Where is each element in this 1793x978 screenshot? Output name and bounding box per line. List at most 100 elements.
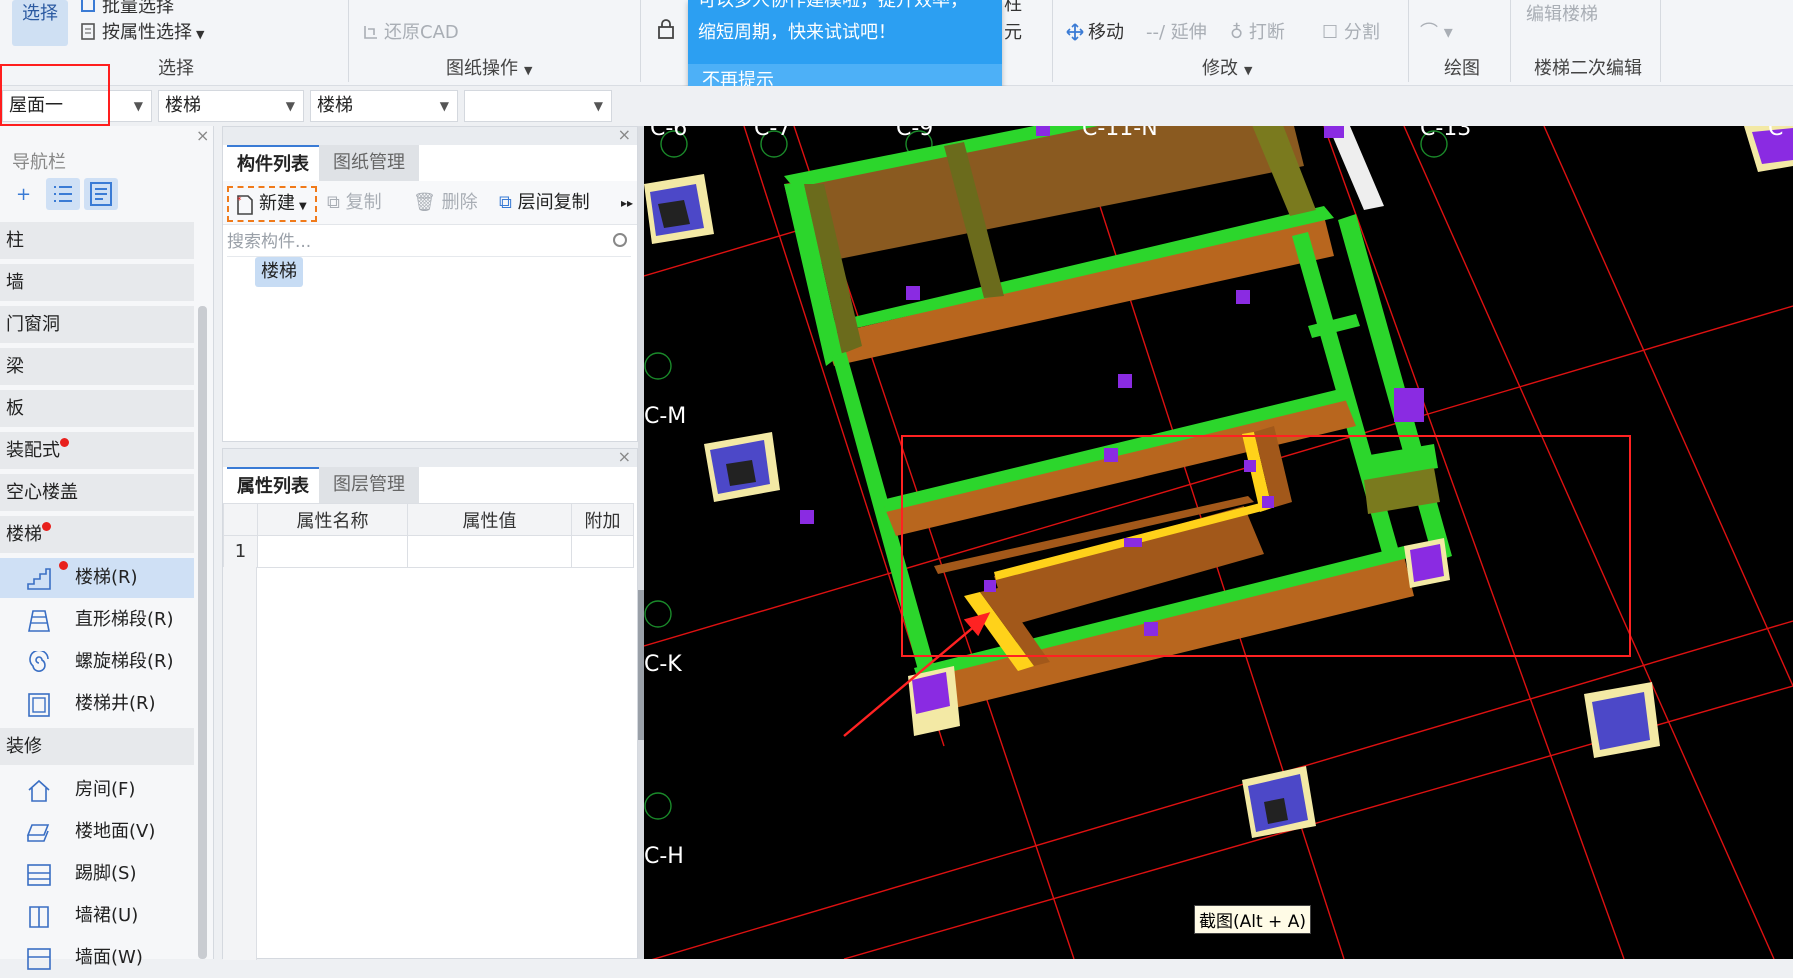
column-fragment-label: 柱 <box>1004 0 1022 15</box>
batch-select-label: 批量选择 <box>102 0 174 17</box>
more-icon[interactable]: ▸▸ <box>621 181 633 225</box>
floor-copy-icon: ⧉ <box>499 192 518 213</box>
property-extra-cell[interactable] <box>571 535 634 568</box>
batch-select-button[interactable]: 批量选择 <box>80 0 174 18</box>
arc-draw-button[interactable]: ⌒ ▾ <box>1420 18 1453 44</box>
home-icon <box>28 779 50 802</box>
attr-select-button[interactable]: 按属性选择 ▼ <box>80 18 204 44</box>
svg-text:+: + <box>16 184 31 205</box>
tab-property-list[interactable]: 属性列表 <box>227 467 319 503</box>
split-icon: ☐ <box>1322 22 1344 43</box>
annotation-highlight-box <box>0 64 110 126</box>
col-header-name: 属性名称 <box>257 503 408 536</box>
chevron-down-icon: ▼ <box>593 99 603 113</box>
detail-view-icon[interactable] <box>84 178 118 210</box>
nav-category-slab[interactable]: 板 <box>0 390 194 428</box>
chevron-down-icon: ▼ <box>524 64 533 77</box>
nav-category-stair[interactable]: 楼梯 <box>0 516 194 554</box>
nav-item-straight-flight-label: 直形梯段(R) <box>75 609 174 630</box>
nav-item-skirting[interactable]: 踢脚(S) <box>0 854 194 894</box>
property-value-cell[interactable] <box>407 535 572 568</box>
close-icon[interactable]: × <box>196 126 209 145</box>
move-button[interactable]: 移动 <box>1066 18 1124 44</box>
close-icon[interactable]: × <box>618 125 631 144</box>
close-icon[interactable]: × <box>618 447 631 466</box>
nav-category-hollow-floor[interactable]: 空心楼盖 <box>0 474 194 512</box>
floor-copy-button[interactable]: ⧉ 层间复制 <box>499 181 590 225</box>
delete-button[interactable]: 🗑 删除 <box>413 181 478 225</box>
component-toolbar: * 新建 ▼ ⧉ 复制 🗑 删除 ⧉ 层间复制 ▸▸ <box>223 181 637 225</box>
trash-icon: 🗑 <box>413 192 442 213</box>
tip-message-line1: 可以多人协作建模啦，提升效率， <box>698 0 968 11</box>
axis-label-ch: C-H <box>644 844 684 869</box>
nav-category-beam[interactable]: 梁 <box>0 348 194 386</box>
batch-select-icon <box>81 0 95 12</box>
floor-selector-row: 屋面一 ▼ 楼梯 ▼ 楼梯 ▼ ▼ <box>0 86 1793 126</box>
nav-category-column[interactable]: 柱 <box>0 222 194 260</box>
extend-button[interactable]: --/ 延伸 <box>1146 18 1207 44</box>
model-canvas[interactable] <box>644 126 1793 959</box>
add-icon[interactable]: + <box>8 178 42 210</box>
3d-viewport[interactable]: C-6 C-7 C-9 C-11-N C-13 C C-M C-K C-H <box>644 126 1793 959</box>
select-button[interactable]: 选择 <box>12 0 68 46</box>
nav-item-dado-label: 墙裙(U) <box>75 905 139 926</box>
lock-icon[interactable] <box>656 18 676 40</box>
svg-text:*: * <box>237 196 242 206</box>
split-button[interactable]: ☐ 分割 <box>1322 18 1380 44</box>
nav-scrollbar[interactable] <box>198 306 207 959</box>
dado-icon <box>29 906 49 928</box>
chevron-down-icon: ▼ <box>133 99 143 113</box>
panel-header: × <box>223 125 637 145</box>
edit-stair-button[interactable]: 编辑楼梯 <box>1526 0 1598 26</box>
nav-item-straight-flight[interactable]: 直形梯段(R) <box>0 600 194 640</box>
tab-layer-management[interactable]: 图层管理 <box>319 467 419 503</box>
nav-item-wall-surface[interactable]: 墙面(W) <box>0 938 194 978</box>
chevron-down-icon: ▼ <box>1244 64 1253 77</box>
tab-drawing-management[interactable]: 图纸管理 <box>319 145 419 181</box>
ribbon-toolbar: 选择 批量选择 按属性选择 ▼ 选择 还原CAD 图纸操作 ▼ 可以多人协作建模啦，… <box>0 0 1793 98</box>
category-dropdown-value: 楼梯 <box>165 95 201 116</box>
nav-category-wall[interactable]: 墙 <box>0 264 194 302</box>
extend-icon: --/ <box>1146 22 1171 43</box>
axis-label-c11n: C-11-N <box>1082 126 1158 141</box>
property-name-cell[interactable] <box>257 535 408 568</box>
type-dropdown[interactable]: 楼梯 ▼ <box>310 90 458 122</box>
table-row[interactable]: 1 <box>223 535 634 568</box>
search-icon <box>613 233 627 247</box>
property-table: 属性名称 属性值 附加 1 <box>223 503 634 568</box>
new-component-button[interactable]: * 新建 ▼ <box>227 186 317 222</box>
category-dropdown[interactable]: 楼梯 ▼ <box>158 90 304 122</box>
nav-category-decoration[interactable]: 装修 <box>0 728 194 766</box>
drawing-ops-group-label[interactable]: 图纸操作 ▼ <box>446 54 532 80</box>
axis-label-c7: C-7 <box>754 126 792 141</box>
component-list-item[interactable]: 楼梯 <box>255 257 303 287</box>
nav-item-spiral-flight[interactable]: 螺旋梯段(R) <box>0 642 194 682</box>
break-button[interactable]: ♁ 打断 <box>1230 18 1285 44</box>
search-placeholder: 搜索构件... <box>227 232 312 252</box>
nav-item-room[interactable]: 房间(F) <box>0 770 194 810</box>
nav-category-opening[interactable]: 门窗洞 <box>0 306 194 344</box>
nav-item-stair[interactable]: 楼梯(R) <box>0 558 194 598</box>
floor-copy-label: 层间复制 <box>517 192 590 213</box>
copy-button[interactable]: ⧉ 复制 <box>327 181 382 225</box>
copy-label: 复制 <box>345 192 382 213</box>
tab-component-list[interactable]: 构件列表 <box>227 145 319 181</box>
nav-item-stair-well[interactable]: 楼梯井(R) <box>0 684 194 724</box>
nav-item-floor-surface[interactable]: 楼地面(V) <box>0 812 194 852</box>
modify-group-label[interactable]: 修改 ▼ <box>1202 54 1252 80</box>
nav-item-dado[interactable]: 墙裙(U) <box>0 896 194 936</box>
restore-cad-button[interactable]: 还原CAD <box>362 18 459 44</box>
copy-icon: ⧉ <box>327 192 346 213</box>
delete-label: 删除 <box>441 192 478 213</box>
nav-category-prefab[interactable]: 装配式 <box>0 432 194 470</box>
component-dropdown[interactable]: ▼ <box>464 90 612 122</box>
list-view-icon[interactable] <box>46 178 80 210</box>
tip-message-line2: 缩短周期，快来试试吧！ <box>698 22 896 43</box>
nav-item-stair-label: 楼梯(R) <box>75 567 138 588</box>
axis-label-c9: C-9 <box>896 126 934 141</box>
axis-label-c13: C-13 <box>1420 126 1472 141</box>
nav-item-floor-surface-label: 楼地面(V) <box>75 821 156 842</box>
component-search-input[interactable]: 搜索构件... <box>227 227 631 257</box>
chevron-down-icon: ▼ <box>439 99 449 113</box>
modify-group-text: 修改 <box>1202 58 1238 79</box>
